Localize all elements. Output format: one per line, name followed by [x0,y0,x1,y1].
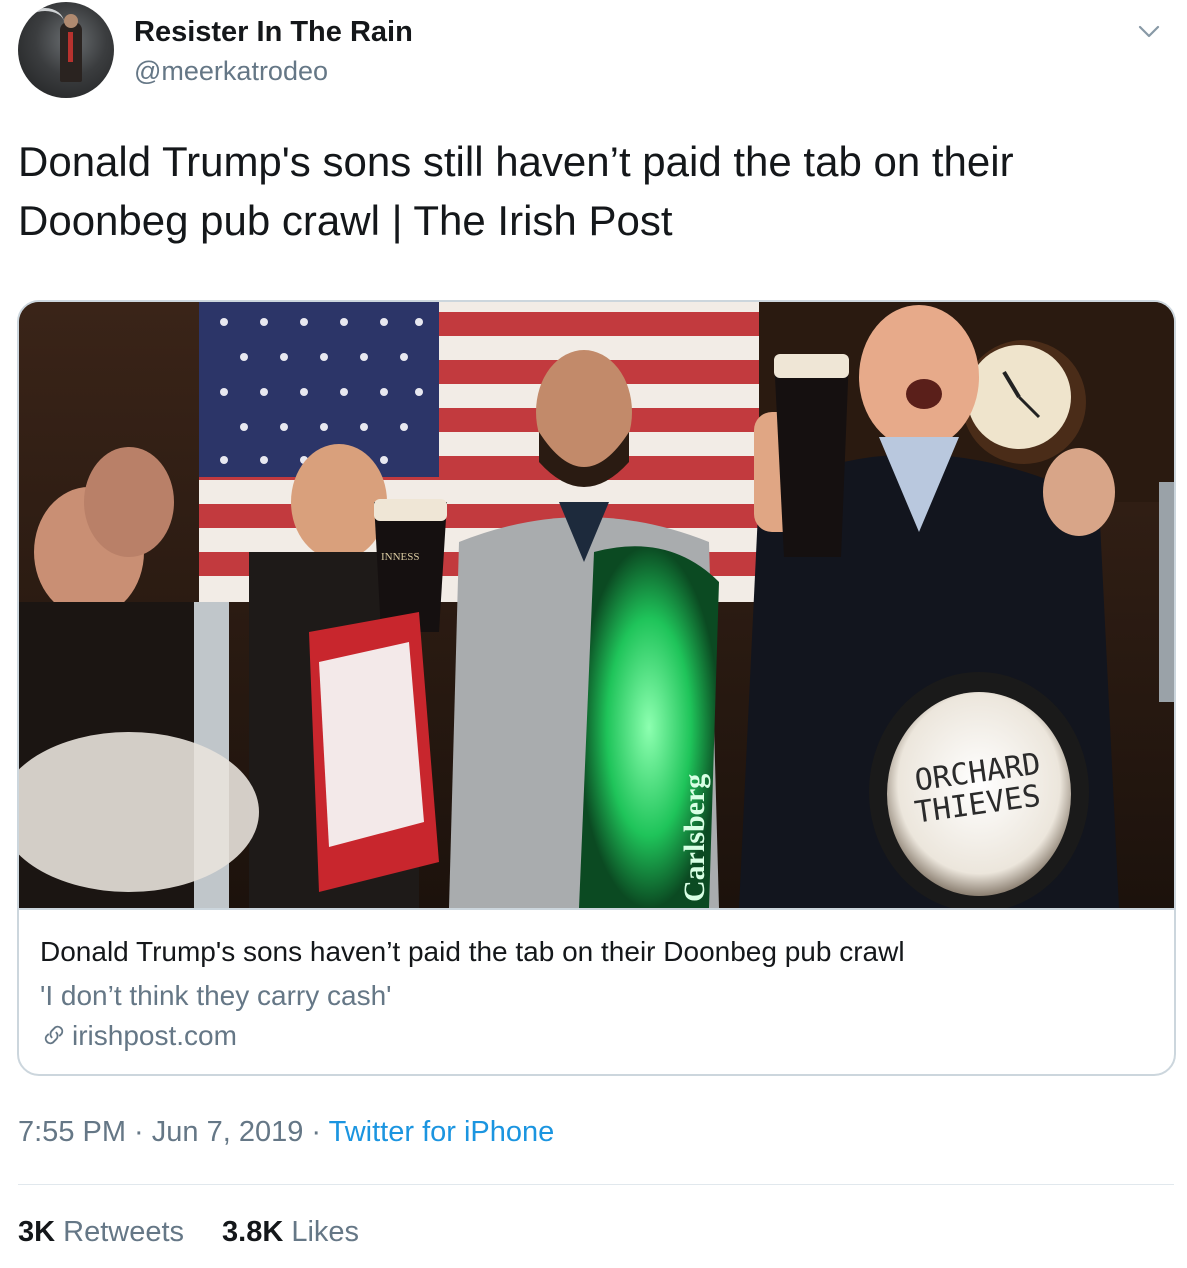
avatar-umbrella-shape [26,8,64,37]
card-domain-text: irishpost.com [72,1020,237,1051]
tweet-text: Donald Trump's sons still haven’t paid t… [18,132,1168,250]
likes-stat[interactable]: 3.8K Likes [222,1216,359,1248]
user-handle[interactable]: @meerkatrodeo [134,56,328,87]
card-image[interactable]: INNESS Carlsberg ORCHARD THIEVES [19,302,1174,908]
wall-clock [962,340,1086,464]
likes-label: Likes [291,1216,360,1248]
likes-count: 3.8K [222,1216,284,1248]
tweet-stats: 3K Retweets 3.8K Likes [18,1216,359,1249]
retweets-stat[interactable]: 3K Retweets [18,1216,184,1248]
card-body[interactable]: Donald Trump's sons haven’t paid the tab… [19,908,1174,1074]
avatar[interactable] [18,2,114,98]
divider [18,1184,1174,1185]
card-description: 'I don’t think they carry cash' [40,980,392,1011]
link-icon [44,1025,64,1045]
avatar-tie-shape [68,32,73,62]
tweet-source-link[interactable]: Twitter for iPhone [329,1116,555,1148]
meta-separator: · [303,1116,329,1148]
avatar-head-shape [64,14,78,28]
pub-photo: INNESS Carlsberg ORCHARD THIEVES [19,302,1174,908]
card-title[interactable]: Donald Trump's sons haven’t paid the tab… [40,936,905,968]
chevron-down-icon[interactable] [1136,18,1162,44]
retweets-label: Retweets [63,1216,185,1248]
green-tap-label: Carlsberg [678,774,711,902]
card-domain[interactable]: irishpost.com [40,1020,237,1052]
display-name[interactable]: Resister In The Rain [134,16,413,49]
link-preview-card[interactable]: INNESS Carlsberg ORCHARD THIEVES Donald … [17,300,1176,1076]
tweet-text-line: Doonbeg pub crawl | The Irish Post [18,197,673,244]
tweet-text-line: Donald Trump's sons still haven’t paid t… [18,138,1014,185]
tweet-date[interactable]: Jun 7, 2019 [152,1116,304,1148]
tweet-header: Resister In The Rain @meerkatrodeo [18,2,1168,102]
tweet-time[interactable]: 7:55 PM [18,1116,126,1148]
meta-separator: · [126,1116,152,1148]
retweets-count: 3K [18,1216,56,1248]
glass-label: INNESS [381,551,420,563]
tweet-meta: 7:55 PM · Jun 7, 2019 · Twitter for iPho… [18,1116,554,1149]
